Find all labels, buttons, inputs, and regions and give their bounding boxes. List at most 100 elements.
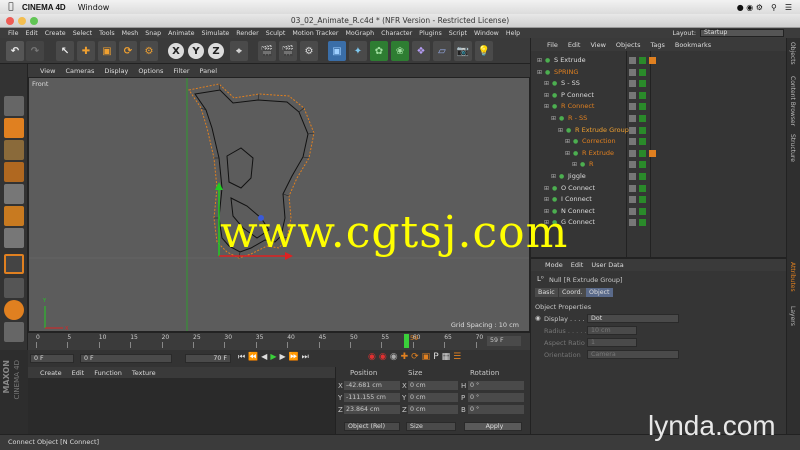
move-tool-icon[interactable]: ✚ (77, 41, 95, 61)
viewport[interactable]: Front Y X Grid Spacing : 10 cm (28, 77, 530, 332)
menu-file[interactable]: File (8, 30, 19, 37)
scale-tool-icon[interactable]: ▣ (98, 41, 116, 61)
make-editable-icon[interactable] (4, 96, 24, 116)
render-view-icon[interactable]: 🎬 (258, 41, 276, 61)
keyframe-selection-icon[interactable]: ◉ (390, 352, 398, 362)
rotation-p-field[interactable]: 0 ° (468, 393, 524, 402)
list-icon[interactable]: ☰ (785, 3, 792, 12)
checkmark-icon[interactable] (639, 184, 646, 192)
aspect-ratio-field[interactable]: 1 (587, 338, 637, 347)
attribute-menu-user-data[interactable]: User Data (591, 261, 623, 269)
menu-simulate[interactable]: Simulate (201, 30, 229, 37)
zoom-window-button[interactable] (30, 17, 38, 25)
menu-mesh[interactable]: Mesh (122, 30, 139, 37)
checkmark-icon[interactable] (639, 103, 646, 111)
subdivision-icon[interactable]: ✿ (370, 41, 388, 61)
object-menu-objects[interactable]: Objects (616, 41, 641, 49)
expand-icon[interactable]: ⊞ (572, 159, 577, 171)
expand-icon[interactable]: ⊞ (544, 78, 549, 90)
menu-window[interactable]: Window (474, 30, 499, 37)
cube-object-icon[interactable]: ▣ (328, 41, 346, 61)
tag-icon[interactable] (649, 57, 656, 64)
side-tab-attributes[interactable]: Attributes (789, 262, 796, 292)
tab-basic[interactable]: Basic (535, 288, 558, 297)
visibility-dot[interactable] (629, 196, 636, 204)
coordinate-system-icon[interactable]: ⌖ (230, 41, 248, 61)
object-row[interactable]: ⊞ ● P Connect (531, 90, 787, 102)
visibility-dot[interactable] (629, 103, 636, 111)
rotation-key-icon[interactable]: ⟳ (411, 352, 419, 362)
coordinate-mode-select[interactable]: Object (Rel) (344, 422, 400, 431)
first-frame-icon[interactable]: ⏮ (238, 352, 245, 362)
visibility-dot[interactable] (629, 80, 636, 88)
radius-field[interactable]: 10 cm (587, 326, 637, 335)
object-name[interactable]: R - SS (568, 113, 587, 125)
menu-motion-tracker[interactable]: Motion Tracker (292, 30, 338, 37)
search-icon[interactable]: ⚲ (771, 3, 777, 12)
material-menu-texture[interactable]: Texture (132, 369, 156, 377)
viewport-menu-cameras[interactable]: Cameras (65, 67, 94, 75)
checkmark-icon[interactable] (639, 68, 646, 76)
prev-key-icon[interactable]: ⏪ (248, 352, 258, 362)
menu-create[interactable]: Create (45, 30, 66, 37)
visibility-dot[interactable] (629, 184, 636, 192)
record-icon[interactable]: ◉ (368, 352, 376, 362)
viewport-menu-options[interactable]: Options (138, 67, 163, 75)
object-menu-view[interactable]: View (590, 41, 605, 49)
playhead[interactable] (404, 334, 409, 348)
attribute-menu-edit[interactable]: Edit (571, 261, 584, 269)
camera-icon[interactable]: 📷 (454, 41, 472, 61)
start-frame-field[interactable]: 0 F (30, 354, 74, 363)
polygons-mode-icon[interactable] (4, 228, 24, 248)
checkmark-icon[interactable] (639, 149, 646, 157)
object-menu-bookmarks[interactable]: Bookmarks (675, 41, 711, 49)
last-frame-icon[interactable]: ⏭ (302, 352, 309, 362)
object-row[interactable]: ⊞ ● R Connect (531, 101, 787, 113)
visibility-dot[interactable] (629, 219, 636, 227)
point-level-icon[interactable]: ▦ (442, 352, 451, 362)
viewport-menu-view[interactable]: View (40, 67, 55, 75)
app-menu[interactable]: CINEMA 4D (22, 3, 66, 12)
checkmark-icon[interactable] (639, 80, 646, 88)
max-frame-field[interactable]: 70 F (185, 354, 231, 363)
checkmark-icon[interactable] (639, 126, 646, 134)
material-menu-function[interactable]: Function (94, 369, 122, 377)
layout-select[interactable]: Startup (700, 29, 784, 37)
checkmark-icon[interactable] (639, 196, 646, 204)
material-area[interactable] (28, 378, 335, 434)
min-frame-field[interactable]: 0 F (80, 354, 172, 363)
material-menu-edit[interactable]: Edit (72, 369, 85, 377)
render-picture-viewer-icon[interactable]: 🎬 (279, 41, 297, 61)
tab-object[interactable]: Object (586, 288, 613, 297)
menu-character[interactable]: Character (381, 30, 412, 37)
expand-icon[interactable]: ⊞ (544, 101, 549, 113)
object-menu-file[interactable]: File (547, 41, 558, 49)
close-window-button[interactable] (6, 17, 14, 25)
expand-icon[interactable]: ⊞ (537, 55, 542, 67)
expand-icon[interactable]: ⊞ (551, 171, 556, 183)
size-z-field[interactable]: 0 cm (408, 405, 458, 414)
position-x-field[interactable]: -42.681 cm (344, 381, 400, 390)
visibility-dot[interactable] (629, 173, 636, 180)
checkmark-icon[interactable] (639, 173, 646, 180)
object-menu-edit[interactable]: Edit (568, 41, 581, 49)
object-name[interactable]: S Extrude (554, 55, 586, 67)
axis-mode-icon[interactable] (4, 254, 24, 274)
y-axis-button[interactable]: Y (188, 43, 204, 59)
object-row[interactable]: ⊞ ● Jiggle (531, 171, 787, 183)
visibility-dot[interactable] (629, 161, 636, 169)
menu-render[interactable]: Render (236, 30, 258, 37)
tweak-mode-icon[interactable] (4, 278, 24, 298)
checkmark-icon[interactable] (639, 219, 646, 227)
object-row[interactable]: ⊞ ● R Extrude (531, 148, 787, 160)
menu-sculpt[interactable]: Sculpt (266, 30, 286, 37)
undo-button[interactable]: ↶ (6, 41, 24, 61)
visibility-dot[interactable] (629, 115, 636, 122)
render-settings-icon[interactable]: ⚙ (300, 41, 318, 61)
object-name[interactable]: Jiggle (568, 171, 586, 183)
expand-icon[interactable]: ⊞ (558, 125, 563, 137)
checkmark-icon[interactable] (639, 207, 646, 215)
snap-icon[interactable] (4, 300, 24, 320)
play-icon[interactable]: ▶ (270, 352, 276, 362)
live-selection-icon[interactable]: ↖ (56, 41, 74, 61)
